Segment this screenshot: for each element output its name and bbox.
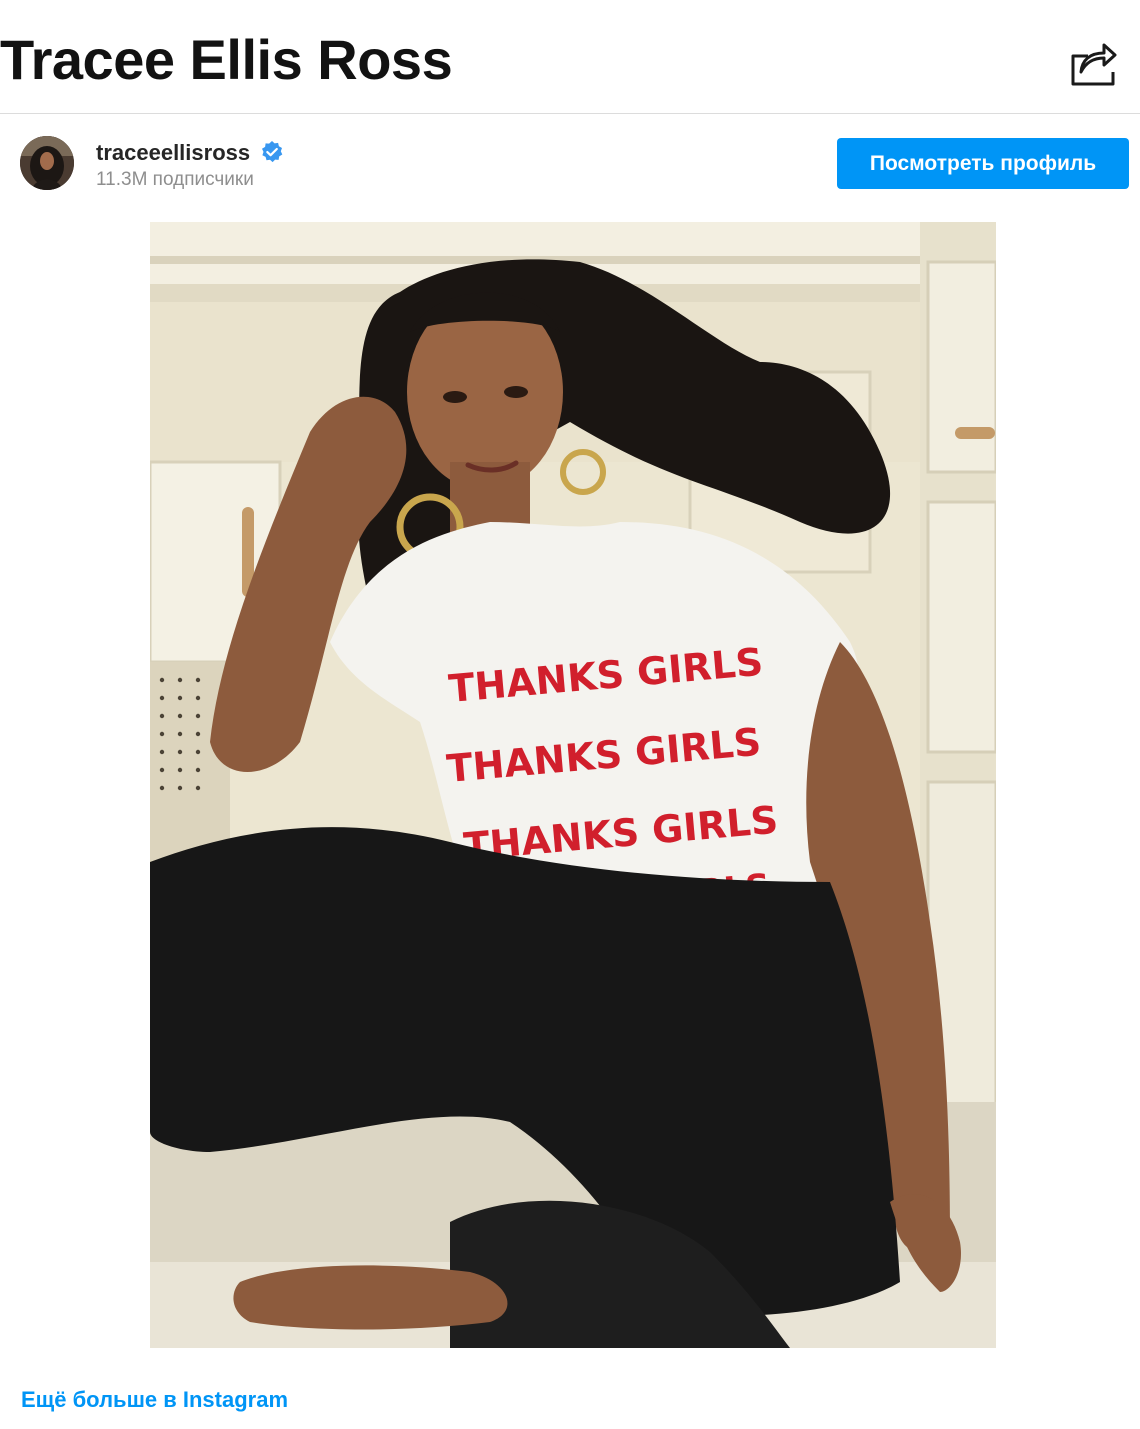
page-title: Tracee Ellis Ross	[0, 28, 453, 91]
post-photo-illustration: THANKS GIRLS THANKS GIRLS THANKS GIRLS T…	[150, 222, 996, 1348]
instagram-embed-page: Tracee Ellis Ross traceeellisross 11.3M …	[0, 0, 1140, 1429]
follower-count: 11.3M подписчики	[96, 169, 254, 190]
post-photo[interactable]: THANKS GIRLS THANKS GIRLS THANKS GIRLS T…	[150, 222, 996, 1348]
verified-badge-icon	[262, 141, 283, 163]
avatar-photo	[20, 136, 74, 190]
username[interactable]: traceeellisross	[96, 139, 250, 167]
share-arrow-icon	[1071, 43, 1117, 86]
avatar[interactable]	[20, 136, 74, 190]
view-profile-button[interactable]: Посмотреть профиль	[837, 138, 1129, 189]
share-button[interactable]	[1068, 36, 1118, 88]
header: Tracee Ellis Ross	[0, 0, 1140, 114]
more-on-instagram-link[interactable]: Ещё больше в Instagram	[21, 1385, 288, 1415]
